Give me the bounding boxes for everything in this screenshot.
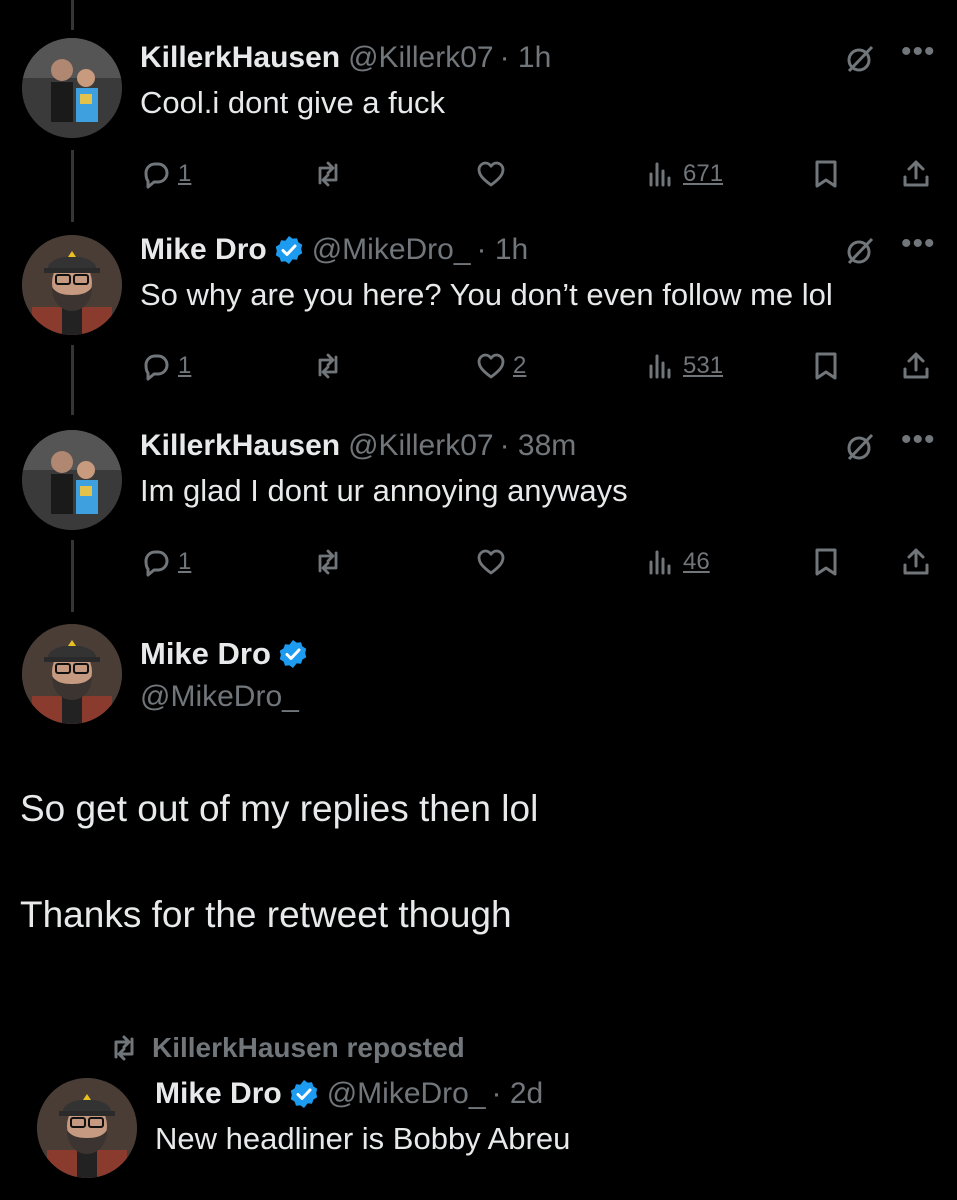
repost-icon: [318, 161, 338, 187]
main-post-text-line1: So get out of my replies then lol: [20, 788, 539, 829]
reply-count: 1: [178, 352, 192, 379]
tweet-text: Im glad I dont ur annoying anyways: [140, 473, 628, 508]
reply-button[interactable]: 1: [140, 544, 191, 580]
bookmark-button[interactable]: [810, 156, 842, 192]
avatar[interactable]: [37, 1078, 137, 1178]
reply-tweet-3[interactable]: KillerkHausen @Killerk07 · 38m ••• Im gl…: [140, 425, 937, 588]
view-count: 46: [683, 548, 710, 575]
repost-button[interactable]: [312, 544, 344, 580]
share-button[interactable]: [900, 348, 932, 384]
heart-icon: [477, 161, 505, 187]
share-icon: [903, 352, 929, 379]
reply-icon: [144, 162, 169, 189]
more-options-icon[interactable]: •••: [901, 229, 937, 264]
timestamp[interactable]: · 38m: [500, 428, 577, 464]
avatar[interactable]: [22, 624, 122, 724]
thread-line-1: [71, 150, 74, 222]
reply-tweet-2[interactable]: Mike Dro @MikeDro_ · 1h ••• So why are y…: [140, 229, 937, 392]
reply-icon: [144, 550, 169, 577]
bookmark-icon: [815, 548, 837, 576]
verified-badge-icon: [274, 235, 304, 265]
heart-icon: [477, 549, 505, 575]
main-author-name[interactable]: Mike Dro: [140, 636, 308, 672]
author-handle[interactable]: @MikeDro_: [312, 232, 471, 268]
reply-button[interactable]: 1: [140, 348, 191, 384]
bookmark-button[interactable]: [810, 348, 842, 384]
more-options-icon[interactable]: •••: [901, 425, 937, 460]
author-name[interactable]: KillerkHausen: [140, 428, 340, 464]
author-name[interactable]: Mike Dro: [140, 636, 271, 672]
repost-button[interactable]: [312, 156, 344, 192]
like-count: 2: [513, 352, 527, 379]
bookmark-icon: [815, 160, 837, 188]
verified-badge-icon: [289, 1079, 319, 1109]
bookmark-icon: [815, 352, 837, 380]
repost-icon: [318, 549, 338, 575]
repost-button[interactable]: [312, 348, 344, 384]
thread-line-top: [71, 0, 74, 30]
author-handle[interactable]: @Killerk07: [348, 428, 494, 464]
reply-button[interactable]: 1: [140, 156, 191, 192]
share-icon: [903, 160, 929, 187]
repost-label: KillerkHausen reposted: [152, 1032, 465, 1063]
thread-line-2: [71, 345, 74, 415]
like-button[interactable]: 2: [475, 348, 526, 384]
timestamp[interactable]: · 1h: [477, 232, 529, 268]
verified-badge-icon: [278, 639, 308, 669]
grok-icon[interactable]: [845, 432, 875, 462]
avatar[interactable]: [22, 235, 122, 335]
grok-icon[interactable]: [845, 44, 875, 74]
timestamp[interactable]: · 1h: [500, 40, 552, 76]
reply-count: 1: [178, 548, 192, 575]
share-icon: [903, 548, 929, 575]
repost-icon: [114, 1035, 134, 1061]
grok-icon[interactable]: [845, 236, 875, 266]
reply-count: 1: [178, 160, 192, 187]
tweet-text: So why are you here? You don’t even foll…: [140, 277, 833, 312]
main-post-text-line2: Thanks for the retweet though: [20, 894, 512, 935]
views-icon: [649, 550, 671, 575]
like-button[interactable]: [475, 544, 513, 580]
avatar[interactable]: [22, 430, 122, 530]
bookmark-button[interactable]: [810, 544, 842, 580]
view-count: 531: [683, 352, 724, 379]
reply-icon: [144, 354, 169, 381]
avatar[interactable]: [22, 38, 122, 138]
author-name[interactable]: Mike Dro: [140, 232, 267, 268]
timestamp[interactable]: · 2d: [492, 1076, 544, 1112]
view-count: 671: [683, 160, 724, 187]
author-name[interactable]: Mike Dro: [155, 1076, 282, 1112]
main-author-handle[interactable]: @MikeDro_: [140, 680, 299, 714]
share-button[interactable]: [900, 544, 932, 580]
heart-icon: [477, 353, 505, 379]
author-name[interactable]: KillerkHausen: [140, 40, 340, 76]
share-button[interactable]: [900, 156, 932, 192]
views-icon: [649, 354, 671, 379]
repost-icon: [318, 353, 338, 379]
like-button[interactable]: [475, 156, 513, 192]
thread-line-3: [71, 540, 74, 612]
more-options-icon[interactable]: •••: [901, 37, 937, 72]
views-button[interactable]: 671: [645, 156, 723, 192]
reply-tweet-1[interactable]: KillerkHausen @Killerk07 · 1h ••• Cool.i…: [140, 37, 937, 200]
tweet-text: New headliner is Bobby Abreu: [155, 1121, 571, 1156]
repost-indicator[interactable]: KillerkHausen reposted: [108, 1032, 465, 1064]
author-handle[interactable]: @MikeDro_: [327, 1076, 486, 1112]
author-handle[interactable]: @Killerk07: [348, 40, 494, 76]
views-icon: [649, 162, 671, 187]
views-button[interactable]: 46: [645, 544, 710, 580]
tweet-text: Cool.i dont give a fuck: [140, 85, 446, 120]
views-button[interactable]: 531: [645, 348, 723, 384]
reposted-tweet[interactable]: Mike Dro @MikeDro_ · 2d New headliner is…: [155, 1076, 937, 1176]
